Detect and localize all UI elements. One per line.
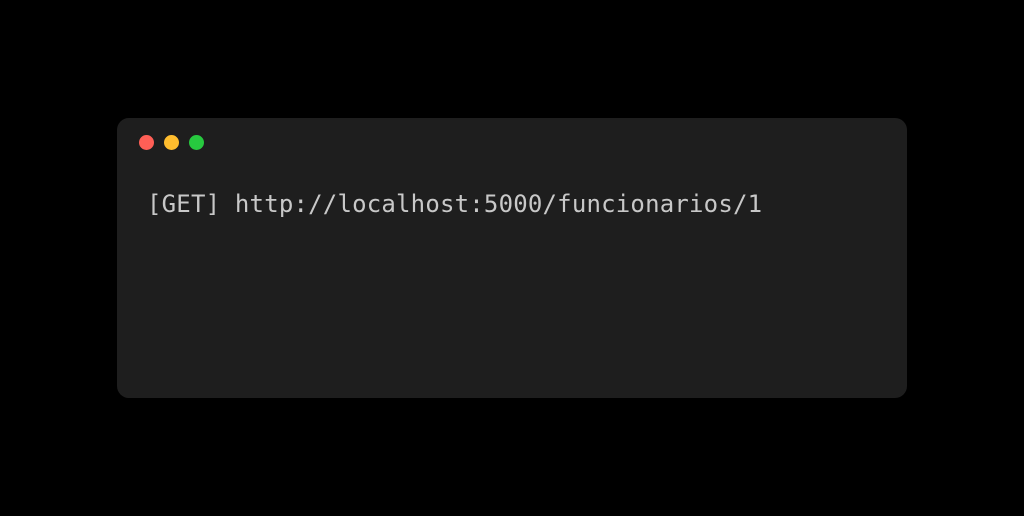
terminal-body[interactable]: [GET] http://localhost:5000/funcionarios…	[117, 166, 907, 242]
minimize-icon[interactable]	[164, 135, 179, 150]
titlebar	[117, 118, 907, 166]
terminal-window: [GET] http://localhost:5000/funcionarios…	[117, 118, 907, 398]
close-icon[interactable]	[139, 135, 154, 150]
terminal-line: [GET] http://localhost:5000/funcionarios…	[147, 190, 877, 218]
maximize-icon[interactable]	[189, 135, 204, 150]
